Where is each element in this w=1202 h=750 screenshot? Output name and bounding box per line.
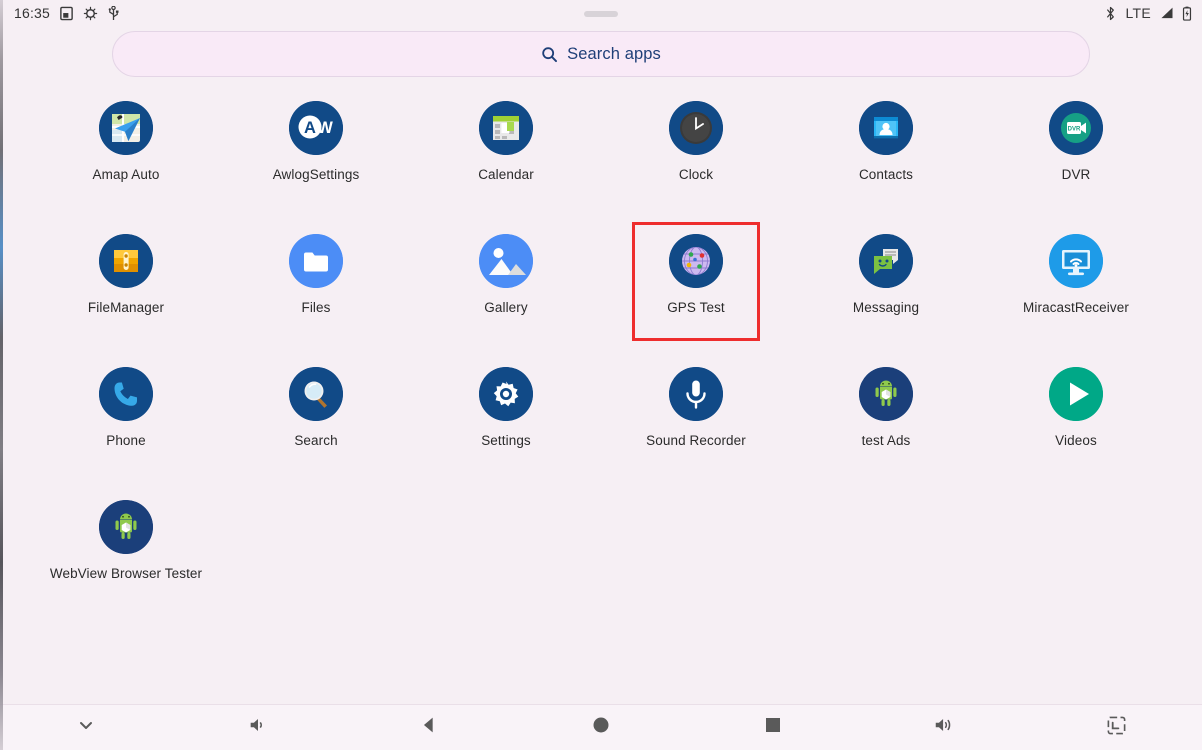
screenshot-button[interactable]: [1030, 705, 1202, 750]
contacts-icon: [859, 101, 913, 155]
app-label: MiracastReceiver: [1023, 300, 1129, 315]
app-item-settings[interactable]: Settings: [411, 367, 601, 500]
app-label: Videos: [1055, 433, 1097, 448]
home-button[interactable]: [515, 705, 687, 750]
messaging-icon: [859, 234, 913, 288]
home-circle-icon: [591, 715, 611, 740]
left-edge-strip: [0, 0, 3, 750]
status-bar-left: 16:35: [14, 5, 120, 21]
app-item-test-ads[interactable]: test Ads: [791, 367, 981, 500]
sound-recorder-icon: [669, 367, 723, 421]
screenshot-icon: [59, 6, 74, 21]
webview-browser-tester-icon: [99, 500, 153, 554]
back-button[interactable]: [343, 705, 515, 750]
app-item-contacts[interactable]: Contacts: [791, 101, 981, 234]
app-drawer-screen: 16:35 LTE Search apps Amap Auto A W Awlo…: [0, 0, 1202, 750]
search-app-icon: [289, 367, 343, 421]
search-bar-container: Search apps: [0, 26, 1202, 77]
drag-handle[interactable]: [584, 11, 618, 17]
app-label: Settings: [481, 433, 531, 448]
app-item-search[interactable]: Search: [221, 367, 411, 500]
app-label: FileManager: [87, 300, 165, 315]
app-label: DVR: [1061, 167, 1091, 182]
settings-icon: [479, 367, 533, 421]
search-placeholder-text: Search apps: [567, 44, 661, 63]
gps-test-icon: [669, 234, 723, 288]
dvr-icon: DVR: [1049, 101, 1103, 155]
app-label: Amap Auto: [92, 167, 160, 182]
app-grid: Amap Auto A W AwlogSettings Calendar Clo…: [0, 77, 1202, 704]
app-item-awlogsettings[interactable]: A W AwlogSettings: [221, 101, 411, 234]
app-label: Calendar: [478, 167, 534, 182]
volume-up-button[interactable]: [859, 705, 1031, 750]
app-item-miracastreceiver[interactable]: MiracastReceiver: [981, 234, 1171, 367]
navigation-bar: [0, 704, 1202, 750]
usb-icon: [107, 5, 120, 21]
volume-down-icon: [247, 714, 269, 741]
app-item-filemanager[interactable]: FileManager: [31, 234, 221, 367]
app-label: WebView Browser Tester: [49, 566, 203, 581]
awlog-settings-icon: A W: [289, 101, 343, 155]
square-icon: [764, 716, 782, 739]
app-label: Gallery: [484, 300, 528, 315]
app-item-dvr[interactable]: DVR DVR: [981, 101, 1171, 234]
gallery-icon: [479, 234, 533, 288]
status-bar-right: LTE: [1104, 5, 1192, 21]
battery-icon: [1182, 6, 1192, 21]
miracast-receiver-icon: [1049, 234, 1103, 288]
app-label: Files: [301, 300, 331, 315]
back-triangle-icon: [418, 714, 440, 741]
app-label: Phone: [106, 433, 146, 448]
app-item-sound-recorder[interactable]: Sound Recorder: [601, 367, 791, 500]
volume-down-button[interactable]: [172, 705, 344, 750]
files-icon: [289, 234, 343, 288]
app-item-files[interactable]: Files: [221, 234, 411, 367]
amap-auto-icon: [99, 101, 153, 155]
recents-button[interactable]: [687, 705, 859, 750]
app-label: Contacts: [858, 167, 914, 182]
videos-icon: [1049, 367, 1103, 421]
svg-text:DVR: DVR: [1068, 127, 1081, 133]
app-label: GPS Test: [667, 300, 725, 315]
app-item-clock[interactable]: Clock: [601, 101, 791, 234]
app-label: Messaging: [852, 300, 920, 315]
app-item-amap-auto[interactable]: Amap Auto: [31, 101, 221, 234]
app-item-gps-test[interactable]: GPS Test: [601, 234, 791, 367]
volume-up-icon: [933, 714, 955, 741]
search-icon: [541, 46, 558, 63]
status-bar: 16:35 LTE: [0, 0, 1202, 26]
app-label: Sound Recorder: [646, 433, 746, 448]
search-input[interactable]: Search apps: [112, 31, 1090, 77]
screenshot-frame-icon: [1106, 715, 1127, 741]
app-label: Search: [294, 433, 338, 448]
status-clock: 16:35: [14, 5, 51, 21]
bluetooth-icon: [1104, 6, 1117, 21]
clock-icon: [669, 101, 723, 155]
calendar-icon: [479, 101, 533, 155]
lte-label: LTE: [1125, 5, 1151, 21]
svg-text:A: A: [304, 119, 316, 137]
bug-report-icon: [83, 6, 98, 21]
app-item-calendar[interactable]: Calendar: [411, 101, 601, 234]
test-ads-icon: [859, 367, 913, 421]
signal-icon: [1159, 6, 1174, 20]
file-manager-icon: [99, 234, 153, 288]
app-item-phone[interactable]: Phone: [31, 367, 221, 500]
app-label: Clock: [678, 167, 714, 182]
svg-text:W: W: [317, 119, 333, 137]
app-item-webview-browser-tester[interactable]: WebView Browser Tester: [31, 500, 221, 633]
phone-icon: [99, 367, 153, 421]
chevron-down-icon: [76, 715, 96, 740]
app-item-gallery[interactable]: Gallery: [411, 234, 601, 367]
collapse-button[interactable]: [0, 705, 172, 750]
app-item-messaging[interactable]: Messaging: [791, 234, 981, 367]
app-label: AwlogSettings: [272, 167, 360, 182]
app-label: test Ads: [861, 433, 911, 448]
app-item-videos[interactable]: Videos: [981, 367, 1171, 500]
